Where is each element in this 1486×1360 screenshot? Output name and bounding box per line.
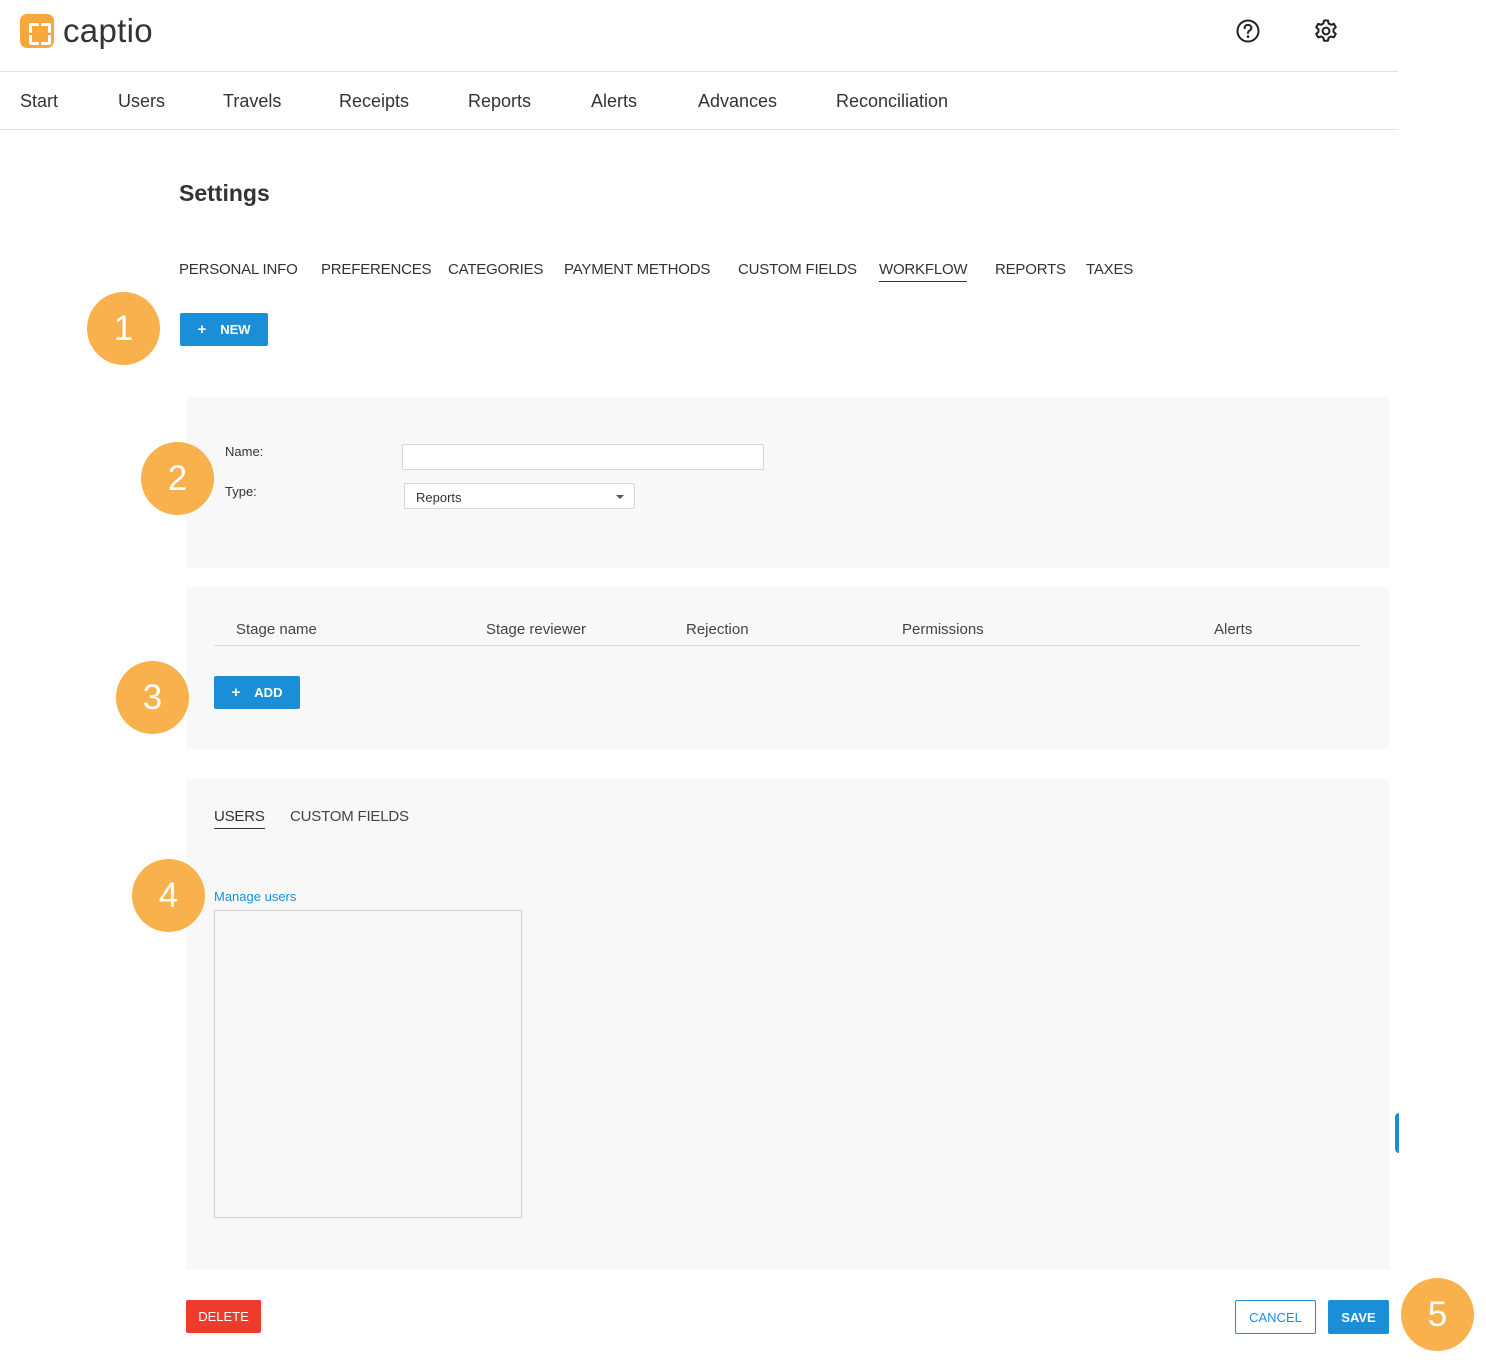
tab-users[interactable]: USERS	[214, 808, 265, 829]
plus-icon: +	[231, 684, 241, 701]
nav-item-receipts[interactable]: Receipts	[339, 91, 409, 112]
add-stage-button[interactable]: + ADD	[214, 676, 300, 709]
step-marker-1: 1	[87, 292, 160, 365]
step-marker-5: 5	[1401, 1278, 1474, 1351]
tab-payment-methods[interactable]: PAYMENT METHODS	[564, 261, 710, 281]
stages-table-header: Stage name Stage reviewer Rejection Perm…	[214, 610, 1361, 646]
assignment-panel: USERS CUSTOM FIELDS Manage users	[186, 779, 1389, 1270]
tab-custom-fields[interactable]: CUSTOM FIELDS	[738, 261, 857, 281]
captio-logo-icon	[20, 14, 54, 48]
captio-logo[interactable]: captio	[20, 14, 153, 48]
column-stage-reviewer: Stage reviewer	[486, 621, 587, 638]
name-input[interactable]	[402, 444, 764, 470]
name-label: Name:	[225, 444, 264, 459]
nav-item-reports[interactable]: Reports	[468, 91, 531, 112]
tab-workflow[interactable]: WORKFLOW	[879, 261, 968, 282]
stages-panel: Stage name Stage reviewer Rejection Perm…	[186, 587, 1389, 749]
delete-button[interactable]: DELETE	[186, 1300, 261, 1333]
cancel-button[interactable]: CANCEL	[1235, 1300, 1316, 1334]
step-marker-3: 3	[116, 661, 189, 734]
tab-reports[interactable]: REPORTS	[995, 261, 1066, 281]
column-stage-name: Stage name	[236, 621, 317, 638]
column-alerts: Alerts	[1214, 621, 1253, 638]
side-chat-tab[interactable]	[1395, 1113, 1399, 1153]
nav-item-users[interactable]: Users	[118, 91, 165, 112]
tab-personal-info[interactable]: PERSONAL INFO	[179, 261, 298, 281]
type-select[interactable]: Reports	[404, 483, 635, 509]
nav-item-advances[interactable]: Advances	[698, 91, 777, 112]
top-header: captio	[0, 0, 1398, 72]
workflow-details-panel: Name: Type: Reports	[186, 397, 1389, 568]
type-label: Type:	[225, 484, 257, 499]
tab-preferences[interactable]: PREFERENCES	[321, 261, 432, 281]
step-marker-2: 2	[141, 442, 214, 515]
type-select-value: Reports	[416, 490, 462, 505]
brand-name: captio	[63, 12, 153, 49]
nav-item-reconciliation[interactable]: Reconciliation	[836, 91, 948, 112]
new-workflow-button[interactable]: + NEW	[180, 313, 268, 346]
nav-item-start[interactable]: Start	[20, 91, 58, 112]
step-marker-4: 4	[132, 859, 205, 932]
tab-assign-custom-fields[interactable]: CUSTOM FIELDS	[290, 808, 409, 828]
help-circle-icon[interactable]	[1235, 18, 1261, 44]
page-title: Settings	[179, 180, 270, 206]
manage-users-link[interactable]: Manage users	[214, 889, 296, 904]
tab-categories[interactable]: CATEGORIES	[448, 261, 543, 281]
gear-icon[interactable]	[1313, 18, 1339, 44]
add-button-label: ADD	[254, 685, 283, 700]
save-button[interactable]: SAVE	[1328, 1300, 1389, 1334]
caret-down-icon	[616, 495, 624, 499]
nav-item-alerts[interactable]: Alerts	[591, 91, 637, 112]
new-button-label: NEW	[220, 322, 251, 337]
app-window: captio Start Users Travels Receipts Repo…	[0, 0, 1399, 1360]
column-rejection: Rejection	[686, 621, 749, 638]
tab-taxes[interactable]: TAXES	[1086, 261, 1133, 281]
column-permissions: Permissions	[902, 621, 984, 638]
users-list-box[interactable]	[214, 910, 522, 1218]
main-nav: Start Users Travels Receipts Reports Ale…	[0, 73, 1398, 130]
plus-icon: +	[197, 321, 207, 338]
nav-item-travels[interactable]: Travels	[223, 91, 281, 112]
